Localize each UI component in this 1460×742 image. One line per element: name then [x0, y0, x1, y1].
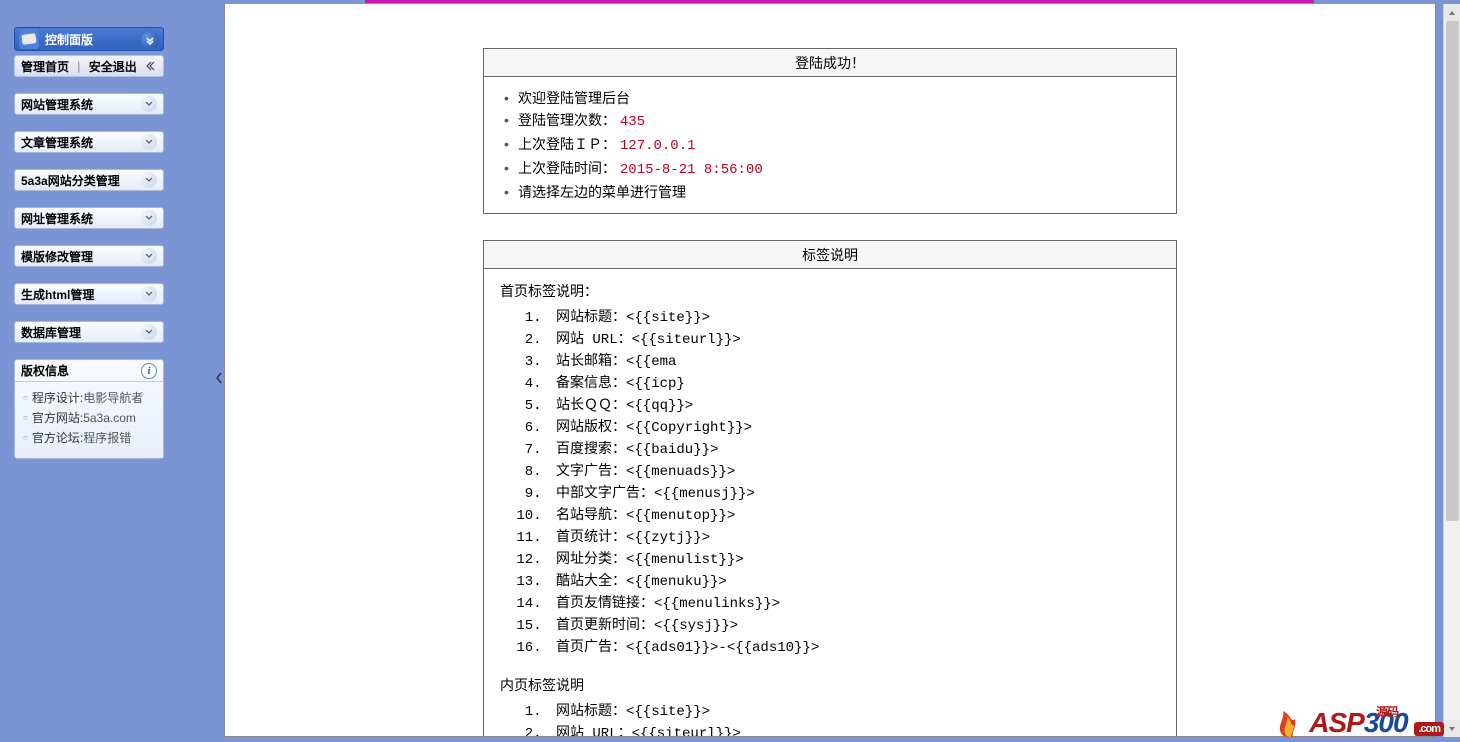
panel-logo-icon [19, 29, 39, 49]
vertical-scrollbar[interactable] [1443, 4, 1460, 737]
tag-item: 网址分类：<{{menulist}}> [550, 549, 1160, 571]
tag-item: 中部文字广告：<{{menusj}}> [550, 483, 1160, 505]
login-hint: 请选择左边的菜单进行管理 [504, 181, 1160, 203]
copyright-title: 版权信息 [21, 362, 69, 379]
copyright-value[interactable]: 电影导航者 [83, 388, 143, 408]
menu-item-article-manage[interactable]: 文章管理系统 [14, 131, 164, 153]
copyright-label: 官方网站: [32, 408, 83, 428]
copyright-label: 官方论坛: [32, 428, 83, 448]
tag-item: 网站 URL：<{{siteurl}}> [550, 723, 1160, 737]
menu-item-html-generate[interactable]: 生成html管理 [14, 283, 164, 305]
login-count-label: 登陆管理次数： [518, 112, 616, 128]
copyright-label: 程序设计: [32, 388, 83, 408]
chevron-down-icon [141, 286, 157, 302]
tag-item: 酷站大全：<{{menuku}}> [550, 571, 1160, 593]
tag-item: 站长邮箱：<{{ema [550, 351, 1160, 373]
chevron-down-icon [141, 248, 157, 264]
copyright-value[interactable]: 5a3a.com [83, 408, 136, 428]
menu-item-template-manage[interactable]: 模版修改管理 [14, 245, 164, 267]
admin-home-link[interactable]: 管理首页 [21, 58, 69, 75]
chevron-down-icon [141, 134, 157, 150]
menu-item-url-manage[interactable]: 网址管理系统 [14, 207, 164, 229]
panel-expand-icon[interactable] [141, 31, 159, 49]
menu-item-site-manage[interactable]: 网站管理系统 [14, 93, 164, 115]
tag-item: 首页更新时间：<{{sysj}}> [550, 615, 1160, 637]
sidebar: 控制面版 管理首页 | 安全退出 网站管理系统 文章管理系统 5a3a网站分类管… [14, 27, 164, 459]
login-time-value: 2015-8-21 8:56:00 [620, 162, 763, 178]
login-welcome: 欢迎登陆管理后台 [504, 87, 1160, 109]
login-success-card: 登陆成功！ 欢迎登陆管理后台 登陆管理次数： 435 上次登陆ＩＰ： 127.0… [483, 48, 1177, 214]
menu-label: 文章管理系统 [21, 134, 93, 151]
scroll-thumb[interactable] [1446, 21, 1459, 521]
tag-item: 文字广告：<{{menuads}}> [550, 461, 1160, 483]
chevron-down-icon [141, 172, 157, 188]
inner-tags-list: 网站标题：<{{site}}> 网站 URL：<{{siteurl}}> [500, 701, 1160, 737]
login-count-value: 435 [620, 114, 645, 130]
sidebar-collapse-handle[interactable] [214, 368, 224, 388]
menu-label: 模版修改管理 [21, 248, 93, 265]
home-tags-list: 网站标题：<{{site}}> 网站 URL：<{{siteurl}}> 站长邮… [500, 307, 1160, 659]
menu-label: 生成html管理 [21, 286, 94, 303]
login-ip-label: 上次登陆ＩＰ： [518, 136, 616, 152]
scroll-down-button[interactable] [1444, 720, 1460, 737]
login-ip-row: 上次登陆ＩＰ： 127.0.0.1 [504, 133, 1160, 157]
tags-card-title: 标签说明 [484, 241, 1176, 269]
tag-item: 备案信息：<{{icp} [550, 373, 1160, 395]
logout-link[interactable]: 安全退出 [89, 58, 137, 75]
chevron-down-icon [141, 210, 157, 226]
tag-item: 网站标题：<{{site}}> [550, 307, 1160, 329]
chevron-down-icon [141, 324, 157, 340]
tag-item: 站长ＱＱ：<{{qq}}> [550, 395, 1160, 417]
brand-cn: 源码 [1376, 703, 1398, 720]
tag-item: 百度搜索：<{{baidu}}> [550, 439, 1160, 461]
inner-tags-section-title: 内页标签说明 [500, 673, 1160, 697]
menu-item-category-manage[interactable]: 5a3a网站分类管理 [14, 169, 164, 191]
brand-watermark: 源码 ASP300 .com [1271, 705, 1444, 739]
login-time-label: 上次登陆时间： [518, 160, 616, 176]
quick-links-bar: 管理首页 | 安全退出 [14, 55, 164, 77]
tag-item: 网站标题：<{{site}}> [550, 701, 1160, 723]
control-panel-header: 控制面版 [14, 27, 164, 51]
copyright-header: 版权信息 i [15, 360, 163, 382]
menu-label: 5a3a网站分类管理 [21, 172, 120, 189]
login-card-title: 登陆成功！ [484, 49, 1176, 77]
menu-label: 网站管理系统 [21, 96, 93, 113]
chevron-down-icon [141, 96, 157, 112]
tags-help-card: 标签说明 首页标签说明： 网站标题：<{{site}}> 网站 URL：<{{s… [483, 240, 1177, 737]
copyright-item: 程序设计: 电影导航者 [23, 388, 155, 408]
tag-item: 首页统计：<{{zytj}}> [550, 527, 1160, 549]
login-time-row: 上次登陆时间： 2015-8-21 8:56:00 [504, 157, 1160, 181]
flame-icon [1271, 705, 1305, 739]
tag-item: 网站版权：<{{Copyright}}> [550, 417, 1160, 439]
menu-label: 数据库管理 [21, 324, 81, 341]
copyright-item: 官方论坛: 程序报错 [23, 428, 155, 448]
panel-title: 控制面版 [45, 31, 93, 48]
info-icon: i [141, 363, 157, 379]
collapse-left-icon[interactable] [143, 59, 157, 73]
tag-item: 首页友情链接：<{{menulinks}}> [550, 593, 1160, 615]
tag-item: 网站 URL：<{{siteurl}}> [550, 329, 1160, 351]
login-count-row: 登陆管理次数： 435 [504, 109, 1160, 133]
brand-asp: ASP [1309, 707, 1364, 738]
login-ip-value: 127.0.0.1 [620, 138, 696, 154]
scroll-up-button[interactable] [1444, 4, 1460, 21]
top-accent-stripe [0, 0, 1460, 3]
menu-item-database-manage[interactable]: 数据库管理 [14, 321, 164, 343]
copyright-value[interactable]: 程序报错 [83, 428, 131, 448]
copyright-item: 官方网站: 5a3a.com [23, 408, 155, 428]
tag-item: 名站导航：<{{menutop}}> [550, 505, 1160, 527]
home-tags-section-title: 首页标签说明： [500, 279, 1160, 303]
separator: | [77, 59, 80, 73]
brand-dotcom: .com [1414, 722, 1444, 736]
copyright-panel: 版权信息 i 程序设计: 电影导航者 官方网站: 5a3a.com 官方论坛: … [14, 359, 164, 459]
main-content: 登陆成功！ 欢迎登陆管理后台 登陆管理次数： 435 上次登陆ＩＰ： 127.0… [224, 4, 1436, 737]
brand-text: 源码 ASP300 .com [1309, 707, 1444, 739]
tag-item: 首页广告：<{{ads01}}>-<{{ads10}}> [550, 637, 1160, 659]
menu-label: 网址管理系统 [21, 210, 93, 227]
